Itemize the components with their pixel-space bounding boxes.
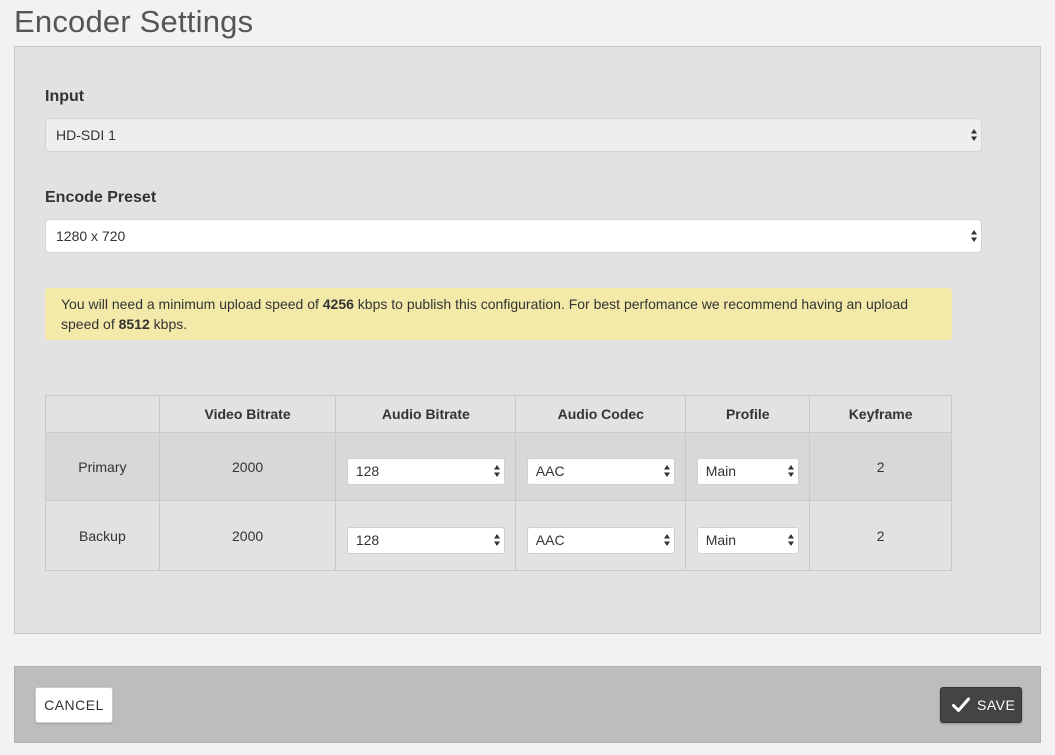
input-select[interactable]: HD-SDI 1 <box>45 118 982 152</box>
column-header-video-bitrate: Video Bitrate <box>158 395 337 433</box>
audio-bitrate-value: 128 <box>355 462 380 479</box>
upload-speed-notice: You will need a minimum upload speed of … <box>45 288 952 340</box>
audio-codec-cell: AAC <box>515 432 687 501</box>
select-arrows-icon <box>663 534 670 546</box>
input-select-value: HD-SDI 1 <box>56 127 116 143</box>
table-header-row: Video Bitrate Audio Bitrate Audio Codec … <box>45 395 952 433</box>
row-name: Primary <box>45 432 160 501</box>
select-arrows-icon <box>493 465 500 477</box>
column-header-keyframe: Keyframe <box>809 395 952 433</box>
column-header-profile: Profile <box>685 395 811 433</box>
profile-cell: Main <box>685 432 811 501</box>
column-header-audio-bitrate: Audio Bitrate <box>335 395 517 433</box>
video-bitrate-value: 2000 <box>158 500 337 571</box>
audio-codec-select[interactable]: AAC <box>526 526 675 554</box>
audio-codec-value: AAC <box>535 462 565 479</box>
profile-select[interactable]: Main <box>696 457 799 485</box>
min-upload-speed: 4256 <box>322 296 354 312</box>
encode-preset-select[interactable]: 1280 x 720 <box>45 219 982 253</box>
checkmark-icon <box>952 697 970 712</box>
recommended-upload-speed: 8512 <box>118 316 150 332</box>
save-button[interactable]: SAVE <box>940 687 1022 723</box>
footer-action-bar: CANCEL SAVE <box>14 666 1041 743</box>
select-arrows-icon <box>787 465 794 477</box>
video-bitrate-value: 2000 <box>158 432 337 501</box>
keyframe-value: 2 <box>809 432 952 501</box>
row-name: Backup <box>45 500 160 571</box>
page-title: Encoder Settings <box>14 4 254 39</box>
profile-value: Main <box>705 531 737 548</box>
profile-cell: Main <box>685 500 811 571</box>
settings-panel: Input HD-SDI 1 Encode Preset 1280 x 720 … <box>14 46 1041 634</box>
column-header <box>45 395 160 433</box>
table-row-primary: Primary 2000 128 AAC Main 2 <box>45 432 952 501</box>
audio-codec-cell: AAC <box>515 500 687 571</box>
audio-bitrate-cell: 128 <box>335 500 517 571</box>
select-arrows-icon <box>971 129 977 141</box>
audio-bitrate-select[interactable]: 128 <box>346 526 505 554</box>
column-header-audio-codec: Audio Codec <box>515 395 687 433</box>
select-arrows-icon <box>971 230 977 242</box>
profile-select[interactable]: Main <box>696 526 799 554</box>
select-arrows-icon <box>663 465 670 477</box>
notice-text-3: kbps. <box>149 316 188 332</box>
audio-bitrate-value: 128 <box>355 531 380 548</box>
encode-preset-value: 1280 x 720 <box>56 228 126 244</box>
profile-value: Main <box>705 462 737 479</box>
audio-codec-select[interactable]: AAC <box>526 457 675 485</box>
input-label: Input <box>45 88 85 105</box>
notice-text-1: You will need a minimum upload speed of <box>61 296 323 312</box>
audio-bitrate-cell: 128 <box>335 432 517 501</box>
keyframe-value: 2 <box>809 500 952 571</box>
select-arrows-icon <box>787 534 794 546</box>
table-row-backup: Backup 2000 128 AAC Main 2 <box>45 500 952 571</box>
save-button-label: SAVE <box>977 697 1016 713</box>
cancel-button[interactable]: CANCEL <box>35 687 113 723</box>
select-arrows-icon <box>493 534 500 546</box>
audio-codec-value: AAC <box>535 531 565 548</box>
encode-preset-label: Encode Preset <box>45 189 157 206</box>
encoder-table: Video Bitrate Audio Bitrate Audio Codec … <box>45 395 952 571</box>
audio-bitrate-select[interactable]: 128 <box>346 457 505 485</box>
